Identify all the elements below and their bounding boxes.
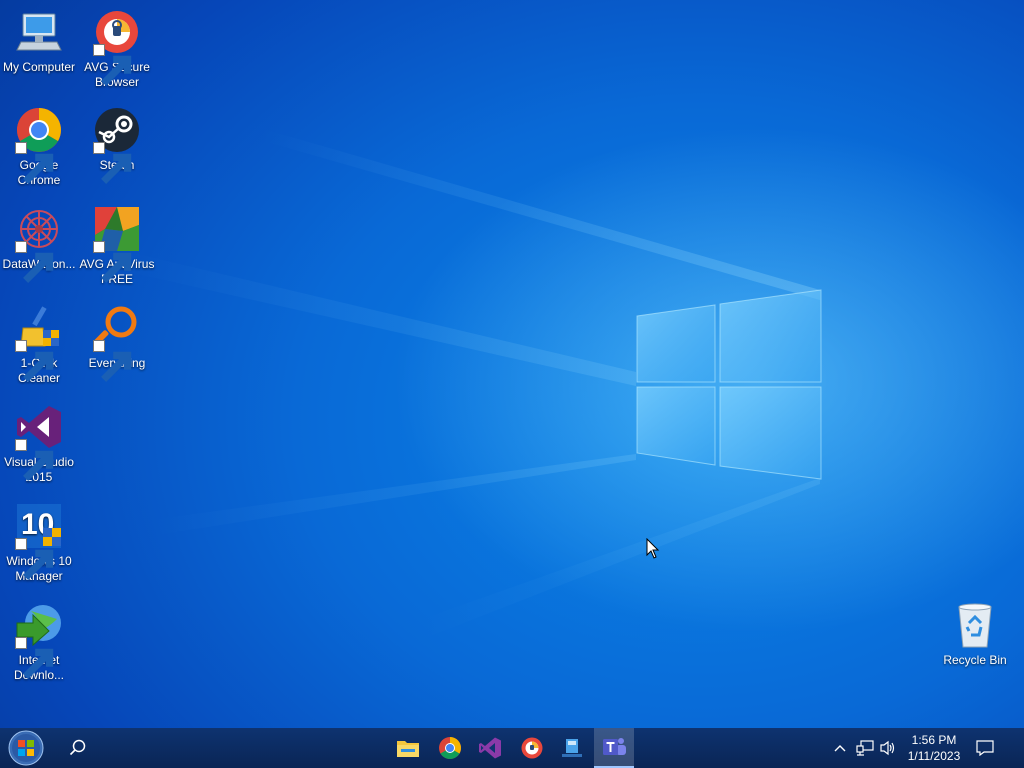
taskbar-visual-studio[interactable] bbox=[470, 728, 510, 768]
shortcut-arrow-icon bbox=[15, 538, 54, 580]
volume-icon bbox=[880, 740, 895, 756]
shortcut-arrow-icon bbox=[93, 340, 132, 382]
desktop: My Computer Google Chrome DataWagon... 1… bbox=[0, 0, 1024, 728]
taskbar-microsoft-teams[interactable] bbox=[594, 728, 634, 768]
show-hidden-icons-button[interactable] bbox=[830, 738, 850, 758]
shortcut-arrow-icon bbox=[15, 142, 54, 184]
taskbar-clock[interactable]: 1:56 PM 1/11/2023 bbox=[898, 730, 970, 766]
chrome-icon bbox=[439, 737, 461, 759]
notification-icon bbox=[976, 740, 994, 756]
shortcut-arrow-icon bbox=[15, 637, 54, 679]
shortcut-arrow-icon bbox=[93, 44, 132, 86]
visual-studio-icon bbox=[479, 737, 501, 759]
teams-icon bbox=[603, 738, 626, 755]
folder-icon bbox=[397, 741, 419, 757]
search-button[interactable] bbox=[58, 728, 98, 768]
network-app-icon bbox=[562, 739, 582, 757]
steam-icon bbox=[93, 106, 141, 184]
action-center-button[interactable] bbox=[975, 738, 995, 758]
taskbar: 1:56 PM 1/11/2023 bbox=[0, 728, 1024, 768]
taskbar-google-chrome[interactable] bbox=[430, 728, 470, 768]
desktop-icon-label: Recycle Bin bbox=[943, 653, 1007, 667]
desktop-icon-1-click-cleaner[interactable]: 1-Click Cleaner bbox=[0, 304, 78, 386]
shortcut-arrow-icon bbox=[15, 340, 54, 382]
desktop-icon-internet-download-manager[interactable]: Internet Downlo... bbox=[0, 601, 78, 683]
network-icon bbox=[856, 740, 874, 756]
avg-secure-browser-icon bbox=[521, 737, 543, 759]
shortcut-arrow-icon bbox=[93, 241, 132, 283]
start-button[interactable] bbox=[6, 728, 46, 768]
desktop-icon-google-chrome[interactable]: Google Chrome bbox=[0, 106, 78, 188]
chevron-up-icon bbox=[834, 745, 846, 752]
search-icon bbox=[69, 739, 86, 756]
desktop-icon-steam[interactable]: Steam bbox=[78, 106, 156, 184]
visual-studio-icon bbox=[15, 403, 63, 481]
shortcut-arrow-icon bbox=[15, 241, 54, 283]
chrome-icon bbox=[15, 106, 63, 184]
desktop-icon-my-computer[interactable]: My Computer bbox=[0, 8, 78, 75]
desktop-icon-visual-studio-2015[interactable]: Visual Studio 2015 bbox=[0, 403, 78, 485]
avg-antivirus-icon bbox=[93, 205, 141, 283]
taskbar-file-explorer[interactable] bbox=[388, 728, 428, 768]
network-status-button[interactable] bbox=[855, 738, 875, 758]
cleaner-icon bbox=[15, 304, 63, 382]
windows-start-orb-icon bbox=[8, 730, 44, 766]
clock-date: 1/11/2023 bbox=[907, 749, 961, 763]
desktop-icon-everything[interactable]: Everything bbox=[78, 304, 156, 382]
desktop-icon-label: My Computer bbox=[2, 60, 76, 74]
taskbar-network-app[interactable] bbox=[552, 728, 592, 768]
internet-download-manager-icon bbox=[15, 601, 63, 679]
computer-icon bbox=[15, 8, 63, 56]
mouse-cursor-icon bbox=[646, 538, 660, 559]
datawagon-icon bbox=[15, 205, 63, 283]
desktop-icon-avg-antivirus-free[interactable]: AVG AntiVirus FREE bbox=[78, 205, 156, 287]
avg-secure-browser-icon bbox=[93, 8, 141, 86]
recycle-bin-icon bbox=[951, 601, 999, 649]
desktop-icon-datawagon[interactable]: DataWagon... bbox=[0, 205, 78, 283]
desktop-icon-avg-secure-browser[interactable]: AVG Secure Browser bbox=[78, 8, 156, 90]
shortcut-arrow-icon bbox=[93, 142, 132, 184]
everything-search-icon bbox=[93, 304, 141, 382]
taskbar-avg-secure-browser[interactable] bbox=[512, 728, 552, 768]
desktop-icon-windows-10-manager[interactable]: 10 Windows 10 Manager bbox=[0, 502, 78, 584]
desktop-icon-recycle-bin[interactable]: Recycle Bin bbox=[936, 601, 1014, 668]
shortcut-arrow-icon bbox=[15, 439, 54, 481]
clock-time: 1:56 PM bbox=[911, 733, 957, 747]
volume-button[interactable] bbox=[878, 738, 898, 758]
windows10-manager-icon: 10 bbox=[15, 502, 63, 580]
